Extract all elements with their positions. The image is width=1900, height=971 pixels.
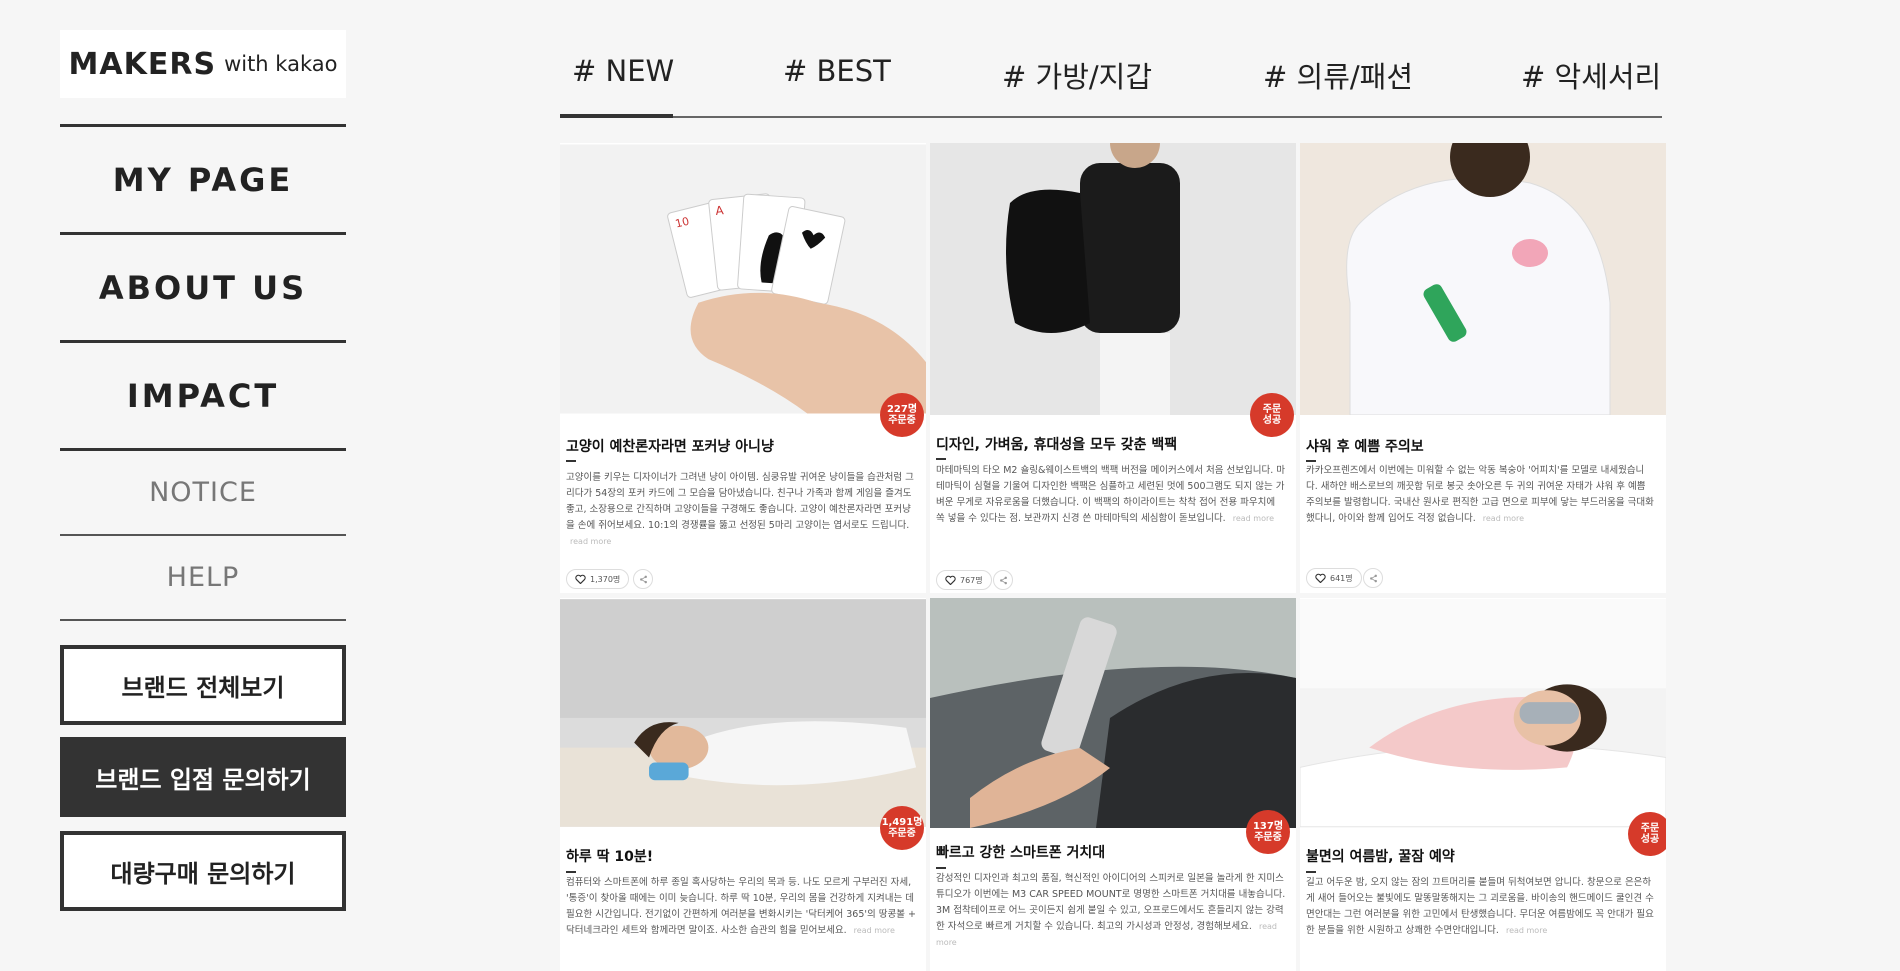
card-description: 마테마틱의 타오 M2 숄링&웨이스트백의 백팩 버전을 메이커스에서 처음 선… — [936, 463, 1286, 527]
share-icon — [999, 576, 1007, 584]
badge-line-2: 성공 — [1262, 415, 1282, 426]
title-divider — [566, 871, 576, 873]
product-card[interactable]: 137명 주문중 빠르고 강한 스마트폰 거치대 감성적인 디자인과 최고의 품… — [930, 598, 1296, 971]
badge-count: 137명 — [1252, 821, 1284, 832]
product-card[interactable]: 주문 성공 불면의 여름밤, 꿀잠 예약 길고 어두운 밤, 오지 않는 잠의 … — [1300, 598, 1666, 971]
badge-count: 1,491명 — [881, 817, 923, 828]
tab-bags-wallets[interactable]: # 가방/지갑 — [1002, 54, 1152, 96]
menu-item-notice[interactable]: NOTICE — [60, 451, 346, 536]
share-button[interactable] — [1363, 568, 1383, 588]
read-more-link[interactable]: read more — [854, 926, 895, 935]
product-image-backpack — [930, 143, 1296, 415]
read-more-link[interactable]: read more — [1483, 514, 1524, 523]
description-text: 고양이를 키우는 디자이너가 그려낸 냥이 아이템. 심쿵유발 귀여운 냥이들을… — [566, 472, 914, 531]
makers-logo[interactable]: MAKERS with kakao — [60, 30, 346, 98]
logo-sub: with kakao — [224, 52, 338, 76]
heart-icon — [945, 575, 956, 585]
product-image-bathrobe — [1300, 143, 1666, 415]
menu-item-my-page[interactable]: MY PAGE — [60, 127, 346, 235]
order-count-badge: 227명 주문중 — [880, 393, 924, 437]
menu-item-help[interactable]: HELP — [60, 536, 346, 621]
badge-line-1: 주문 — [1262, 404, 1282, 415]
main-menu: MY PAGE ABOUT US IMPACT NOTICE HELP — [60, 124, 346, 621]
badge-status: 주문중 — [1254, 832, 1282, 843]
category-tabs: # NEW # BEST # 가방/지갑 # 의류/패션 # 악세서리 — [560, 50, 1662, 118]
menu-item-about-us[interactable]: ABOUT US — [60, 235, 346, 343]
badge-line-1: 주문 — [1640, 823, 1660, 834]
description-text: 길고 어두운 밤, 오지 않는 잠의 끄트머리를 붙들며 뒤척여보면 압니다. … — [1306, 877, 1654, 936]
badge-line-2: 성공 — [1640, 834, 1660, 845]
title-divider — [936, 867, 946, 869]
product-grid: 10 A 227명 주문중 고양이 예찬론자라면 포커냥 아니냥 고양이를 키우… — [560, 143, 1666, 971]
order-status-badge: 주문 성공 — [1628, 812, 1666, 856]
card-title[interactable]: 샤워 후 예쁨 주의보 — [1306, 436, 1424, 456]
active-tab-indicator — [560, 114, 673, 118]
product-image-sleep-mask — [1300, 599, 1666, 828]
product-image-poker-cards: 10 A — [560, 144, 926, 414]
read-more-link[interactable]: read more — [570, 537, 611, 546]
heart-icon — [1315, 573, 1326, 583]
menu-item-impact[interactable]: IMPACT — [60, 343, 346, 451]
card-title[interactable]: 고양이 예찬론자라면 포커냥 아니냥 — [566, 436, 774, 456]
card-description: 감성적인 디자인과 최고의 품질, 혁신적인 아이디어의 스피커로 일본을 놀라… — [936, 871, 1286, 951]
like-button[interactable]: 1,370명 — [566, 569, 630, 589]
tab-best[interactable]: # BEST — [783, 54, 891, 88]
tab-new[interactable]: # NEW — [572, 54, 674, 88]
product-image-neck-pillow — [560, 599, 926, 827]
card-description: 카카오프렌즈에서 이번에는 미워할 수 없는 악동 복숭아 '어피치'를 모델로… — [1306, 463, 1656, 527]
share-icon — [1369, 574, 1377, 582]
card-title[interactable]: 하루 딱 10분! — [566, 846, 653, 866]
title-divider — [1306, 460, 1316, 462]
card-title[interactable]: 빠르고 강한 스마트폰 거치대 — [936, 842, 1105, 862]
read-more-link[interactable]: read more — [1506, 926, 1547, 935]
title-divider — [1306, 871, 1316, 873]
like-count: 641명 — [1330, 573, 1353, 583]
card-description: 길고 어두운 밤, 오지 않는 잠의 끄트머리를 붙들며 뒤척여보면 압니다. … — [1306, 875, 1656, 939]
card-description: 고양이를 키우는 디자이너가 그려낸 냥이 아이템. 심쿵유발 귀여운 냥이들을… — [566, 470, 916, 550]
read-more-link[interactable]: read more — [1233, 514, 1274, 523]
share-button[interactable] — [993, 570, 1013, 590]
product-card[interactable]: 1,491명 주문중 하루 딱 10분! 컴퓨터와 스마트폰에 하루 종일 혹사… — [560, 598, 926, 971]
product-card[interactable]: 샤워 후 예쁨 주의보 카카오프렌즈에서 이번에는 미워할 수 없는 악동 복숭… — [1300, 143, 1666, 593]
title-divider — [566, 460, 576, 462]
share-button[interactable] — [633, 569, 653, 589]
tab-accessories[interactable]: # 악세서리 — [1521, 54, 1661, 96]
bulk-inquiry-button[interactable]: 대량구매 문의하기 — [60, 831, 346, 911]
like-count: 767명 — [960, 575, 983, 585]
card-title[interactable]: 디자인, 가벼움, 휴대성을 모두 갖춘 백팩 — [936, 434, 1177, 454]
card-title[interactable]: 불면의 여름밤, 꿀잠 예약 — [1306, 846, 1455, 866]
title-divider — [936, 458, 946, 460]
tab-clothing-fashion[interactable]: # 의류/패션 — [1263, 54, 1413, 96]
like-button[interactable]: 767명 — [936, 570, 992, 590]
logo-main: MAKERS — [68, 46, 217, 82]
product-card[interactable]: 10 A 227명 주문중 고양이 예찬론자라면 포커냥 아니냥 고양이를 키우… — [560, 143, 926, 593]
brand-inquiry-button[interactable]: 브랜드 입점 문의하기 — [60, 737, 346, 817]
sidebar: MAKERS with kakao MY PAGE ABOUT US IMPAC… — [60, 30, 346, 911]
like-button[interactable]: 641명 — [1306, 568, 1362, 588]
order-count-badge: 137명 주문중 — [1246, 810, 1290, 854]
order-status-badge: 주문 성공 — [1250, 393, 1294, 437]
badge-status: 주문중 — [888, 415, 916, 426]
brand-all-button[interactable]: 브랜드 전체보기 — [60, 645, 346, 725]
product-image-phone-mount — [930, 598, 1296, 828]
product-card[interactable]: 주문 성공 디자인, 가벼움, 휴대성을 모두 갖춘 백팩 마테마틱의 타오 M… — [930, 143, 1296, 593]
order-count-badge: 1,491명 주문중 — [880, 806, 924, 850]
badge-count: 227명 — [886, 404, 918, 415]
like-count: 1,370명 — [590, 574, 621, 584]
badge-status: 주문중 — [888, 828, 916, 839]
card-description: 컴퓨터와 스마트폰에 하루 종일 혹사당하는 우리의 목과 등. 나도 모르게 … — [566, 875, 916, 939]
heart-icon — [575, 574, 586, 584]
description-text: 감성적인 디자인과 최고의 품질, 혁신적인 아이디어의 스피커로 일본을 놀라… — [936, 873, 1286, 932]
share-icon — [639, 575, 647, 583]
description-text: 카카오프렌즈에서 이번에는 미워할 수 없는 악동 복숭아 '어피치'를 모델로… — [1306, 465, 1654, 524]
